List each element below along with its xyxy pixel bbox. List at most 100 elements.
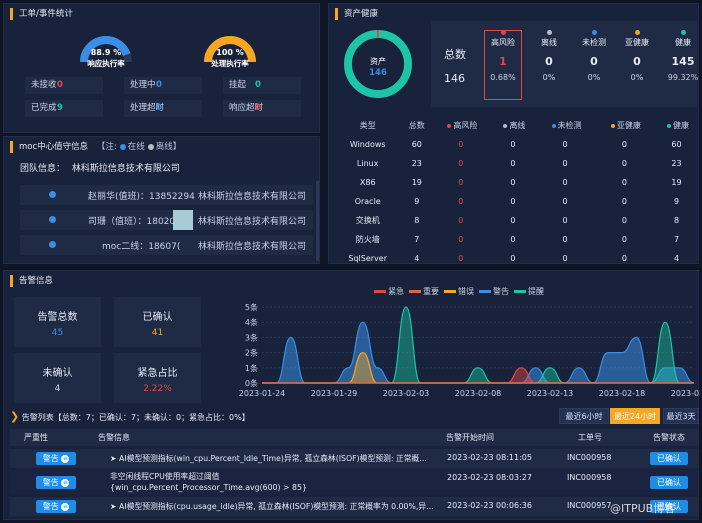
asset-stat-col[interactable]: 未检测 0 0% xyxy=(572,28,616,82)
list-summary: 告警列表【总数：7；已确认：7；未确认：0；紧急占比：0%】 xyxy=(21,413,250,422)
table-cell: 0 xyxy=(562,216,568,225)
time-range-tab[interactable]: 最近6小时 xyxy=(559,408,609,424)
moc-scrollbar[interactable] xyxy=(316,181,319,261)
stat-label: 未检测 xyxy=(582,38,606,47)
alarm-row[interactable]: 警告 ≡ ➤ AI模型预测指标(cpu.usage_idle)异常, 孤立森林(… xyxy=(10,497,698,516)
status-dot-icon xyxy=(591,30,597,35)
stat-label: 挂起 xyxy=(229,80,247,90)
moc-row[interactable]: 赵丽华(值班)：13852294 林科斯拉信息技术有限公司 xyxy=(20,185,313,205)
alarm-stat-box[interactable]: 紧急占比 2.22% xyxy=(114,353,201,403)
stat-suspended[interactable]: 挂起 0 xyxy=(223,77,301,94)
stat-response-timeout[interactable]: 响应超时 0 xyxy=(223,100,301,117)
stat-label: 高风险 xyxy=(491,38,515,47)
column-header: 未检测 xyxy=(535,116,594,135)
ticket-number[interactable]: INC000958 xyxy=(567,473,611,482)
legend-prefix: 【注: xyxy=(96,142,117,152)
stat-pct: 0% xyxy=(630,73,644,82)
legend-swatch-icon xyxy=(444,290,456,293)
ticket-number[interactable]: INC000958 xyxy=(567,453,611,462)
moc-row[interactable]: moc二线：18607( 林科斯拉信息技术有限公司 xyxy=(20,235,313,255)
table-row[interactable]: Oracle 9 0 0 0 0 9 xyxy=(333,192,699,211)
alarm-time: 2023-02-23 08:11:05 xyxy=(447,453,532,462)
online-dot-icon xyxy=(49,241,56,248)
asset-stat-col[interactable]: 高风险 1 0.68% xyxy=(481,28,525,82)
y-tick-label: 3条 xyxy=(245,332,258,342)
online-dot-icon xyxy=(49,191,56,198)
total-label: 总数 xyxy=(444,48,466,61)
table-cell: 0 xyxy=(458,235,464,244)
workorder-panel: 工单/事件统计 88.9 % 响应执行率 100 % 处理执行率 未接收 0 处理… xyxy=(3,3,320,133)
time-range-tab[interactable]: 最近24小时 xyxy=(610,408,660,424)
legend-suffix: 】 xyxy=(172,142,182,152)
stat-processing[interactable]: 处理中 0 xyxy=(124,77,202,94)
stat-process-timeout[interactable]: 处理超时 0 xyxy=(124,100,202,117)
alarm-message[interactable]: ➤ AI模型预测指标(win_cpu.Percent_Idle_Time)异常,… xyxy=(110,453,440,464)
table-cell: 0 xyxy=(562,197,568,206)
table-row[interactable]: 交换机 8 0 0 0 0 8 xyxy=(333,211,699,230)
status-button[interactable]: 已确认 xyxy=(650,452,688,465)
alarm-message[interactable]: ➤ AI模型预测指标(cpu.usage_idle)异常, 孤立森林(ISOF)… xyxy=(110,501,440,512)
legend-label: 错误 xyxy=(458,287,474,296)
legend-item[interactable]: 重要 xyxy=(409,287,439,296)
stat-completed[interactable]: 已完成 9 xyxy=(25,100,103,117)
alarm-stat-box[interactable]: 未确认 4 xyxy=(14,353,101,403)
severity-badge[interactable]: 警告 ≡ xyxy=(36,476,76,489)
total-value: 146 xyxy=(444,72,465,85)
donut-label: 资产 xyxy=(370,57,386,66)
expand-icon: ≡ xyxy=(61,478,70,487)
x-tick-label: 2023-01-29 xyxy=(311,389,358,398)
table-cell: 60 xyxy=(411,140,422,149)
contact-name: moc二线：18607( xyxy=(102,242,181,252)
alarm-stat-box[interactable]: 告警总数 45 xyxy=(14,297,101,347)
stat-label: 离线 xyxy=(541,38,557,47)
ticket-number[interactable]: INC000957 xyxy=(567,501,611,510)
table-row[interactable]: Windows 60 0 0 0 0 60 xyxy=(333,135,699,154)
legend-item[interactable]: 紧急 xyxy=(374,287,404,296)
header-label: 亚健康 xyxy=(616,121,641,130)
stat-value: 0 xyxy=(633,55,641,68)
asset-stat-col[interactable]: 离线 0 0% xyxy=(527,28,571,82)
legend-label: 警告 xyxy=(493,287,509,296)
table-row[interactable]: Linux 23 0 0 0 0 23 xyxy=(333,154,699,173)
table-row[interactable]: X86 19 0 0 0 0 19 xyxy=(333,173,699,192)
alarm-row[interactable]: 警告 ≡ 非空闲线程CPU使用率超过阈值 {win_cpu.Percent_Pr… xyxy=(10,470,698,495)
severity-badge[interactable]: 警告 ≡ xyxy=(36,500,76,513)
x-tick-label: 2023-02-23 xyxy=(671,389,700,398)
status-button[interactable]: 已确认 xyxy=(650,476,688,489)
alarm-time: 2023-02-23 08:03:27 xyxy=(447,473,532,482)
expand-icon: ≡ xyxy=(61,502,70,511)
header-label: 未检测 xyxy=(557,121,582,130)
legend-label: 提醒 xyxy=(528,287,544,296)
column-header: 离线 xyxy=(490,116,535,135)
contact-company: 林科斯拉信息技术有限公司 xyxy=(198,217,307,227)
legend-item[interactable]: 警告 xyxy=(479,287,509,296)
y-tick-label: 5条 xyxy=(245,302,258,312)
table-row[interactable]: SqlServer 4 0 0 0 0 4 xyxy=(333,249,699,268)
y-tick-label: 0条 xyxy=(245,378,258,388)
table-cell: 0 xyxy=(562,159,568,168)
time-range-tab[interactable]: 最近3天 xyxy=(663,408,699,424)
box-value: 45 xyxy=(51,328,64,338)
alarm-message[interactable]: 非空闲线程CPU使用率超过阈值 {win_cpu.Percent_Process… xyxy=(110,471,440,493)
gauge-response-label: 响应执行率 xyxy=(87,59,125,68)
table-cell: 0 xyxy=(510,178,516,187)
severity-badge[interactable]: 警告 ≡ xyxy=(36,452,76,465)
legend-item[interactable]: 错误 xyxy=(444,287,474,296)
moc-row[interactable]: 司珊（值班）：18020137 林科斯拉信息技术有限公司 xyxy=(20,210,313,230)
stat-label: 处理中 xyxy=(130,80,156,90)
stat-label: 已完成 xyxy=(31,103,57,113)
table-row[interactable]: 防火墙 7 0 0 0 0 7 xyxy=(333,230,699,249)
stat-unreceived[interactable]: 未接收 0 xyxy=(25,77,103,94)
asset-stat-col[interactable]: 亚健康 0 0% xyxy=(615,28,659,82)
status-dot-icon xyxy=(503,123,508,128)
alarm-stat-box[interactable]: 已确认 41 xyxy=(114,297,201,347)
alarm-row[interactable]: 警告 ≡ ➤ AI模型预测指标(win_cpu.Percent_Idle_Tim… xyxy=(10,449,698,468)
contact-company: 林科斯拉信息技术有限公司 xyxy=(198,242,307,252)
asset-stat-col[interactable]: 健康 145 99.32% xyxy=(661,28,702,82)
status-dot-icon xyxy=(667,123,672,128)
gauge-response-value: 88.9 % xyxy=(90,48,122,57)
table-cell: 0 xyxy=(621,235,627,244)
alarm-panel: 告警信息 告警总数 45 已确认 41 未确认 4 紧急占比 2.22% 紧急 重要 错误… xyxy=(3,270,700,520)
legend-item[interactable]: 提醒 xyxy=(514,287,544,296)
stat-label: 亚健康 xyxy=(625,38,649,47)
